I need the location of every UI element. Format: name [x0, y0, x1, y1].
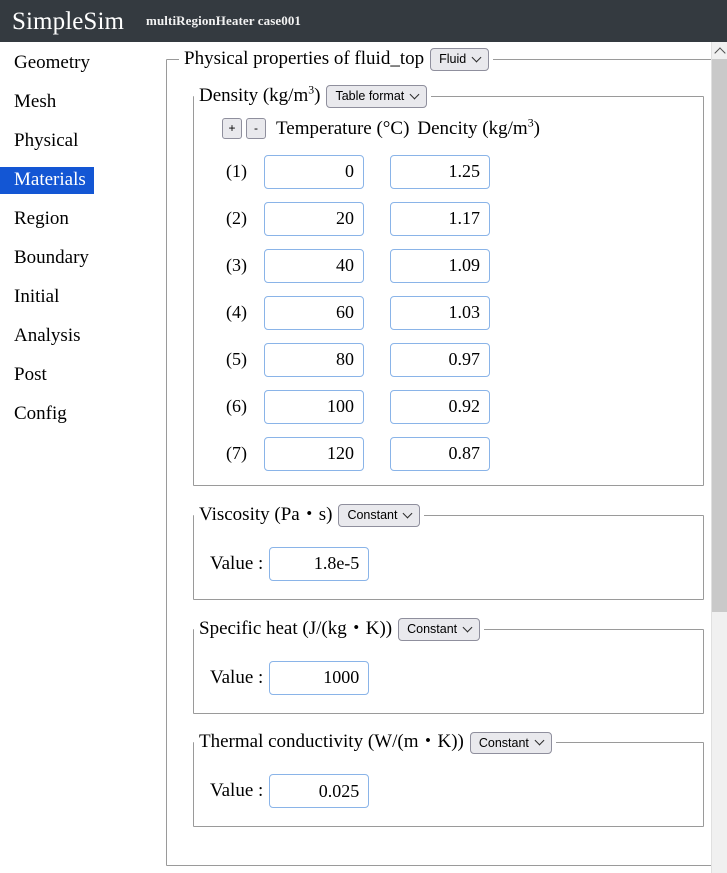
sidebar-item-mesh[interactable]: Mesh [0, 89, 64, 116]
viscosity-section: Viscosity (Pa・s) Constant Value : [193, 503, 704, 600]
row-index: (1) [226, 161, 247, 182]
density-title: Density (kg/m3) [199, 83, 321, 106]
density-input[interactable] [390, 436, 490, 471]
density-input[interactable] [390, 389, 490, 424]
case-subtitle: multiRegionHeater case001 [146, 13, 302, 28]
temperature-input[interactable] [264, 295, 364, 330]
temperature-input[interactable] [264, 389, 364, 424]
chevron-down-icon [464, 623, 473, 632]
sidebar-item-physical[interactable]: Physical [0, 128, 86, 155]
viscosity-format-select[interactable]: Constant [338, 503, 421, 527]
sidebar-item-post[interactable]: Post [0, 362, 55, 389]
temperature-input[interactable] [264, 154, 364, 189]
row-index: (3) [226, 255, 247, 276]
specific-heat-value-label: Value : [210, 666, 264, 688]
specific-heat-format-select[interactable]: Constant [398, 617, 481, 641]
row-index: (7) [226, 443, 247, 464]
thermal-conductivity-value-label: Value : [210, 780, 264, 802]
table-row: (3) [194, 248, 703, 283]
app-body: Geometry Mesh Physical Materials Region … [0, 42, 727, 873]
thermal-conductivity-format-value: Constant [478, 735, 529, 750]
sidebar-item-config[interactable]: Config [0, 401, 75, 428]
chevron-down-icon [404, 509, 413, 518]
add-row-button[interactable]: + [222, 118, 242, 140]
specific-heat-value-input[interactable] [269, 660, 370, 695]
sidebar: Geometry Mesh Physical Materials Region … [0, 42, 160, 873]
sidebar-item-materials[interactable]: Materials [0, 167, 94, 195]
table-row: (5) [194, 342, 703, 377]
density-input[interactable] [390, 154, 490, 189]
chevron-down-icon [473, 53, 482, 62]
specific-heat-format-value: Constant [407, 621, 458, 636]
temperature-input[interactable] [264, 248, 364, 283]
sidebar-item-boundary[interactable]: Boundary [0, 245, 97, 272]
scrollbar-thumb[interactable] [712, 59, 727, 612]
physical-properties-panel: Physical properties of fluid_top Fluid D… [166, 48, 715, 866]
sidebar-item-analysis[interactable]: Analysis [0, 323, 89, 350]
scroll-up-arrow-icon[interactable] [712, 42, 727, 59]
specific-heat-title: Specific heat (J/(kg・K)) [199, 617, 393, 639]
density-section: Density (kg/m3) Table format + - Tempera… [193, 83, 704, 486]
density-table-header: + - Temperature (°C) Dencity (kg/m3) [194, 112, 703, 142]
physical-properties-legend: Physical properties of fluid_top Fluid [179, 48, 493, 71]
chevron-down-icon [411, 90, 420, 99]
thermal-conductivity-title: Thermal conductivity (W/(m・K)) [199, 731, 464, 753]
table-row: (2) [194, 201, 703, 236]
thermal-conductivity-value-input[interactable] [269, 774, 370, 809]
sidebar-item-region[interactable]: Region [0, 206, 77, 233]
material-type-select[interactable]: Fluid [430, 48, 490, 71]
physical-properties-title: Physical properties of fluid_top [184, 47, 425, 69]
table-row: (4) [194, 295, 703, 330]
table-row: (1) [194, 154, 703, 189]
temperature-input[interactable] [264, 436, 364, 471]
density-input[interactable] [390, 295, 490, 330]
sidebar-item-geometry[interactable]: Geometry [0, 50, 98, 77]
column-header-temperature: Temperature (°C) [276, 117, 410, 139]
density-format-value: Table format [335, 88, 405, 103]
temperature-input[interactable] [264, 342, 364, 377]
remove-row-button[interactable]: - [246, 118, 266, 140]
thermal-conductivity-legend: Thermal conductivity (W/(m・K)) Constant [194, 731, 556, 755]
temperature-input[interactable] [264, 201, 364, 236]
thermal-conductivity-section: Thermal conductivity (W/(m・K)) Constant … [193, 731, 704, 828]
thermal-conductivity-value-row: Value : [194, 760, 703, 812]
material-type-value: Fluid [439, 52, 467, 66]
table-row: (7) [194, 436, 703, 471]
vertical-scrollbar[interactable] [711, 42, 727, 873]
specific-heat-section: Specific heat (J/(kg・K)) Constant Value … [193, 617, 704, 714]
row-index: (5) [226, 349, 247, 370]
chevron-down-icon [536, 736, 545, 745]
row-index: (6) [226, 396, 247, 417]
density-input[interactable] [390, 201, 490, 236]
viscosity-value-input[interactable] [269, 546, 370, 581]
viscosity-format-value: Constant [347, 507, 398, 522]
viscosity-legend: Viscosity (Pa・s) Constant [194, 503, 424, 527]
sidebar-item-initial[interactable]: Initial [0, 284, 67, 311]
specific-heat-value-row: Value : [194, 647, 703, 699]
density-input[interactable] [390, 248, 490, 283]
specific-heat-legend: Specific heat (J/(kg・K)) Constant [194, 617, 484, 641]
density-input[interactable] [390, 342, 490, 377]
row-index: (4) [226, 302, 247, 323]
density-legend: Density (kg/m3) Table format [194, 83, 431, 108]
density-format-select[interactable]: Table format [326, 84, 428, 108]
thermal-conductivity-format-select[interactable]: Constant [469, 731, 552, 755]
viscosity-value-label: Value : [210, 552, 264, 574]
app-title: SimpleSim [12, 7, 125, 35]
content-area: Physical properties of fluid_top Fluid D… [160, 42, 727, 873]
table-row: (6) [194, 389, 703, 424]
viscosity-title: Viscosity (Pa・s) [199, 503, 333, 525]
column-header-density: Dencity (kg/m3) [417, 116, 540, 139]
row-index: (2) [226, 208, 247, 229]
app-header: SimpleSim multiRegionHeater case001 [0, 0, 727, 42]
viscosity-value-row: Value : [194, 533, 703, 585]
